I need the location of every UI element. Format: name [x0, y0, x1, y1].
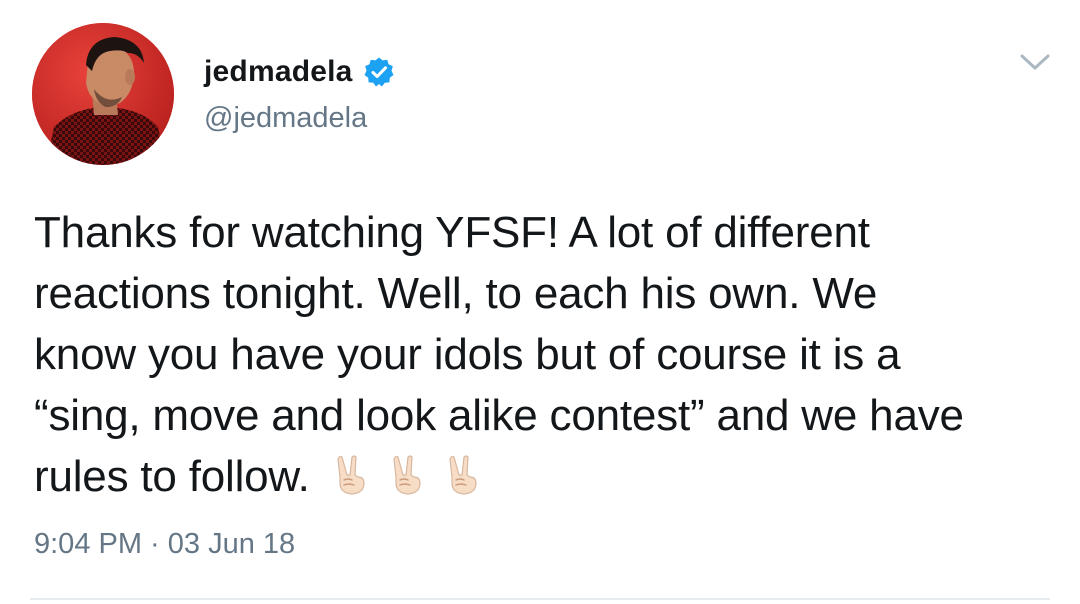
display-name-row: jedmadela: [204, 52, 395, 92]
tweet-line: know you have your idols but of course i…: [34, 330, 901, 379]
avatar[interactable]: [32, 23, 174, 165]
victory-hand-icon: [386, 452, 430, 496]
tweet-card: jedmadela @jedmadela Thanks for watching…: [0, 0, 1080, 604]
tweet-text: Thanks for watching YFSF! A lot of diffe…: [34, 202, 1064, 507]
tweet-timestamp[interactable]: 9:04 PM · 03 Jun 18: [34, 528, 295, 561]
emoji-row: [330, 452, 486, 496]
verified-badge-icon: [363, 56, 395, 88]
display-name[interactable]: jedmadela: [204, 55, 353, 89]
victory-hand-icon: [330, 452, 374, 496]
user-handle[interactable]: @jedmadela: [204, 102, 395, 135]
tweet-line: “sing, move and look alike contest” and …: [34, 391, 964, 440]
victory-hand-icon: [442, 452, 486, 496]
tweet-line-last: rules to follow.: [34, 446, 1064, 507]
chevron-down-icon[interactable]: [1018, 50, 1052, 74]
avatar-image: [32, 23, 174, 165]
tweet-line: rules to follow.: [34, 452, 310, 501]
divider: [30, 598, 1050, 600]
tweet-line: reactions tonight. Well, to each his own…: [34, 269, 878, 318]
author-info: jedmadela @jedmadela: [204, 52, 395, 135]
tweet-line: Thanks for watching YFSF! A lot of diffe…: [34, 208, 870, 257]
